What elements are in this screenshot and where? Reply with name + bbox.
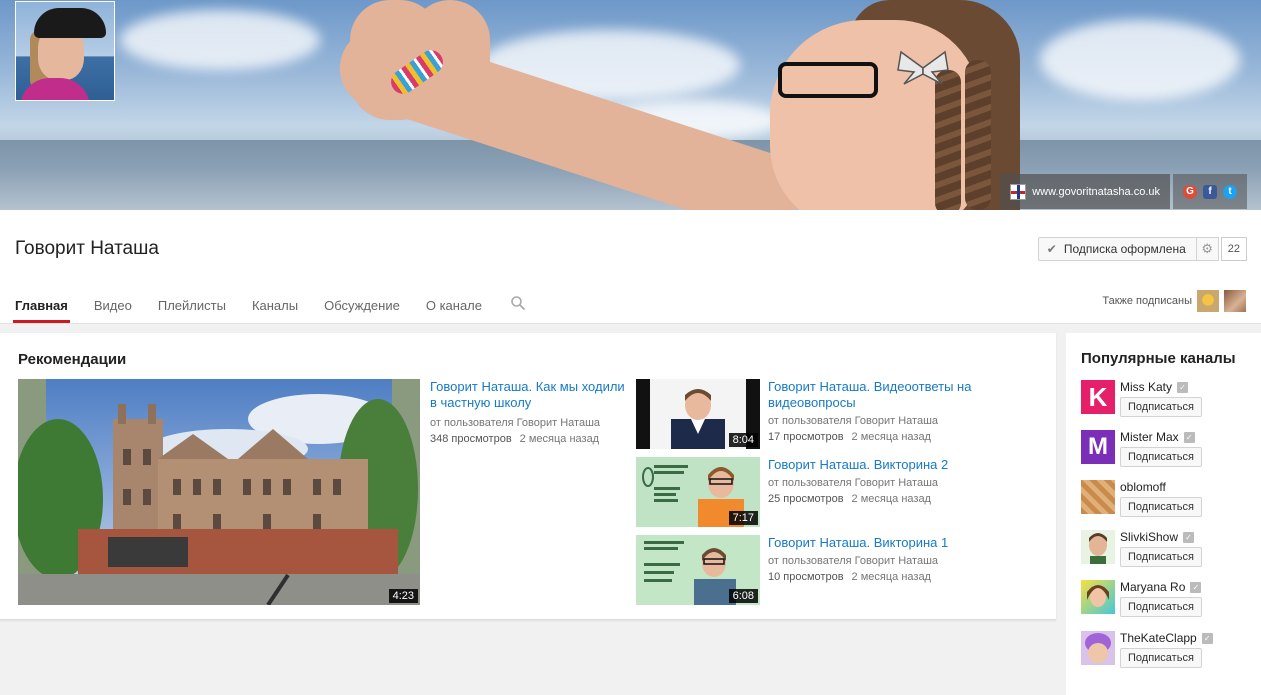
avatar[interactable]: K [1081, 380, 1115, 414]
school-building-image [18, 379, 420, 605]
video-age: 2 месяца назад [851, 571, 931, 583]
verified-icon: ✓ [1190, 581, 1202, 593]
channel-tabs: Главная Видео Плейлисты Каналы Обсуждени… [13, 288, 526, 323]
recommendations-section: Рекомендации 4:23 Говорит Наташа. Как мы… [0, 333, 1056, 620]
channel-avatar[interactable] [15, 1, 115, 101]
avatar[interactable] [1081, 480, 1115, 514]
avatar[interactable] [1081, 530, 1115, 564]
list-item: SlivkiShow ✓ Подписаться [1081, 530, 1256, 570]
video-thumbnail[interactable]: 7:17 [636, 457, 760, 527]
popular-channels-sidebar: Популярные каналы K Miss Katy ✓ Подписать… [1066, 333, 1261, 695]
subscription-controls: ✔ Подписка оформлена ⚙ 22 [1037, 237, 1247, 261]
channel-name[interactable]: oblomoff [1120, 480, 1166, 494]
featured-video-thumbnail[interactable]: 4:23 [18, 379, 420, 605]
subscribe-button[interactable]: Подписаться [1120, 397, 1202, 417]
channel-name[interactable]: TheKateClapp ✓ [1120, 631, 1213, 645]
site-favicon-icon [1010, 183, 1027, 200]
sidebar-title: Популярные каналы [1081, 350, 1236, 367]
video-info: Говорит Наташа. Викторина 1 от пользоват… [768, 535, 1038, 585]
video-author: от пользователя Говорит Наташа [768, 477, 939, 489]
channel-name[interactable]: Mister Max ✓ [1120, 430, 1195, 444]
video-title[interactable]: Говорит Наташа. Викторина 1 [768, 535, 1038, 551]
video-duration: 7:17 [728, 511, 758, 525]
tab-channels[interactable]: Каналы [252, 288, 298, 323]
video-title[interactable]: Говорит Наташа. Викторина 2 [768, 457, 1038, 473]
tab-discussion[interactable]: Обсуждение [324, 288, 400, 323]
subscribed-button[interactable]: ✔ Подписка оформлена [1037, 237, 1197, 261]
video-views: 25 просмотров [768, 493, 844, 505]
verified-icon: ✓ [1183, 431, 1195, 443]
video-views: 17 просмотров [768, 431, 844, 443]
video-duration: 8:04 [728, 433, 758, 447]
subscribe-button[interactable]: Подписаться [1120, 447, 1202, 467]
featured-video-info: Говорит Наташа. Как мы ходили в частную … [430, 379, 630, 447]
search-icon[interactable] [510, 288, 526, 323]
banner-links: www.govoritnatasha.co.uk G f t [1000, 174, 1247, 209]
video-title[interactable]: Говорит Наташа. Видеоответы на видеовопр… [768, 379, 1038, 411]
channel-header: Говорит Наташа ✔ Подписка оформлена ⚙ 22… [0, 210, 1261, 324]
subscriber-count: 22 [1220, 237, 1247, 261]
verified-icon: ✓ [1201, 632, 1213, 644]
video-age: 2 месяца назад [851, 431, 931, 443]
video-info: Говорит Наташа. Видеоответы на видеовопр… [768, 379, 1038, 445]
avatar[interactable]: M [1081, 430, 1115, 464]
video-duration: 4:23 [388, 589, 418, 603]
subscribe-button[interactable]: Подписаться [1120, 547, 1202, 567]
list-item: 6:08 Говорит Наташа. Викторина 1 от поль… [636, 535, 1046, 605]
video-info: Говорит Наташа. Викторина 2 от пользоват… [768, 457, 1038, 507]
list-item: TheKateClapp ✓ Подписаться [1081, 631, 1256, 671]
channel-title: Говорит Наташа [15, 238, 159, 259]
list-item: 7:17 Говорит Наташа. Викторина 2 от поль… [636, 457, 1046, 527]
list-item: Maryana Ro ✓ Подписаться [1081, 580, 1256, 620]
gear-icon[interactable]: ⚙ [1196, 237, 1219, 261]
tab-home[interactable]: Главная [13, 288, 70, 323]
list-item: 8:04 Говорит Наташа. Видеоответы на виде… [636, 379, 1046, 449]
video-stats: 10 просмотров 2 месяца назад [768, 569, 1038, 585]
checkmark-icon: ✔ [1046, 242, 1057, 256]
channel-name[interactable]: Maryana Ro ✓ [1120, 580, 1202, 594]
verified-icon: ✓ [1177, 381, 1189, 393]
avatar[interactable] [1081, 580, 1115, 614]
tab-videos[interactable]: Видео [94, 288, 132, 323]
video-age: 2 месяца назад [851, 493, 931, 505]
section-title: Рекомендации [18, 351, 127, 368]
list-item: K Miss Katy ✓ Подписаться [1081, 380, 1256, 420]
video-thumbnail[interactable]: 6:08 [636, 535, 760, 605]
video-thumbnail[interactable]: 8:04 [636, 379, 760, 449]
tab-about[interactable]: О канале [426, 288, 482, 323]
subscribe-button[interactable]: Подписаться [1120, 597, 1202, 617]
avatar[interactable] [1224, 290, 1246, 312]
channel-name[interactable]: SlivkiShow ✓ [1120, 530, 1195, 544]
video-views: 348 просмотров [430, 433, 512, 445]
website-label: www.govoritnatasha.co.uk [1032, 185, 1160, 198]
avatar[interactable] [1081, 631, 1115, 665]
tab-playlists[interactable]: Плейлисты [158, 288, 226, 323]
featured-video-title[interactable]: Говорит Наташа. Как мы ходили в частную … [430, 379, 630, 411]
video-age: 2 месяца назад [519, 433, 600, 445]
video-author: от пользователя Говорит Наташа [768, 415, 939, 427]
facebook-icon[interactable]: f [1203, 184, 1217, 199]
video-stats: 17 просмотров 2 месяца назад [768, 429, 1038, 445]
avatar[interactable] [1197, 290, 1219, 312]
also-subscribed: Также подписаны [1102, 290, 1246, 312]
list-item: M Mister Max ✓ Подписаться [1081, 430, 1256, 470]
subscribed-label: Подписка оформлена [1063, 242, 1186, 256]
subscribe-button[interactable]: Подписаться [1120, 497, 1202, 517]
social-links: G f t [1173, 174, 1247, 209]
video-author: от пользователя Говорит Наташа [768, 555, 939, 567]
video-duration: 6:08 [728, 589, 758, 603]
video-views: 10 просмотров [768, 571, 844, 583]
verified-icon: ✓ [1183, 531, 1195, 543]
butterfly-clip-icon [897, 50, 949, 85]
video-author: от пользователя Говорит Наташа [430, 417, 601, 429]
channel-name[interactable]: Miss Katy ✓ [1120, 380, 1189, 394]
also-subscribed-label: Также подписаны [1102, 295, 1192, 307]
subscribe-button[interactable]: Подписаться [1120, 648, 1202, 668]
twitter-icon[interactable]: t [1223, 184, 1237, 199]
website-link[interactable]: www.govoritnatasha.co.uk [1000, 174, 1170, 209]
video-stats: 25 просмотров 2 месяца назад [768, 491, 1038, 507]
list-item: oblomoff Подписаться [1081, 480, 1256, 520]
google-plus-icon[interactable]: G [1183, 184, 1197, 199]
video-stats: 348 просмотров 2 месяца назад [430, 431, 630, 447]
